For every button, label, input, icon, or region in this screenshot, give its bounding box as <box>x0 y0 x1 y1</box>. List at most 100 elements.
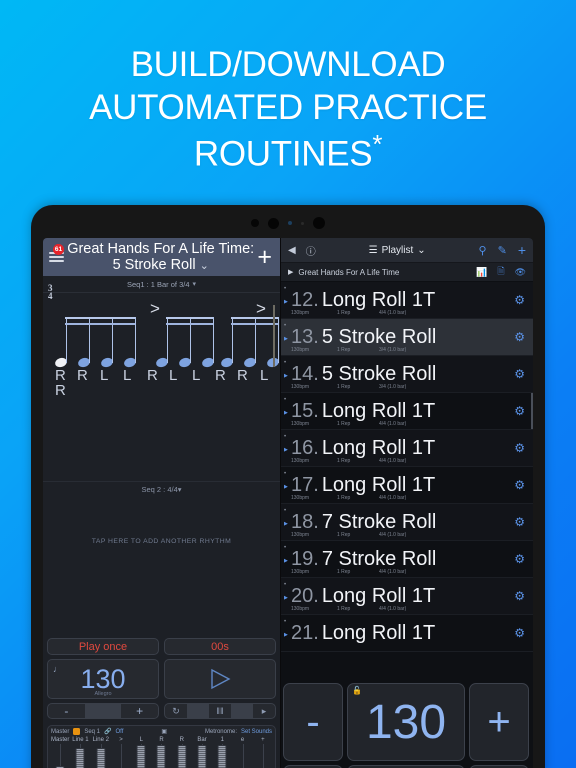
playlist-subheader: ▶ Great Hands For A Life Time 📊 🗎 👁 <box>281 263 533 282</box>
set-sounds-button[interactable]: Set Sounds <box>241 729 272 735</box>
unlocked-padlock-icon[interactable]: 🔓 <box>352 686 362 695</box>
playlist-row[interactable]: • ▶ 15. Long Roll 1T ⚙ 130bpm 1 Rep 4/4 (1… <box>281 393 533 430</box>
add-rhythm-hint[interactable]: TAP HERE TO ADD ANOTHER RHYTHM <box>43 538 280 545</box>
chevron-down-icon: ⌄ <box>417 244 426 256</box>
sticking-letter: L <box>169 367 178 384</box>
fader-track <box>262 744 264 768</box>
icon-divider <box>231 704 253 718</box>
mixer-fader[interactable] <box>233 744 251 768</box>
mixer-fader[interactable] <box>254 744 272 768</box>
playlist-name: Great Hands For A Life Time <box>298 267 400 277</box>
gear-icon[interactable]: ⚙ <box>514 478 525 492</box>
link-icon[interactable]: 🔗 <box>104 728 111 735</box>
timer-display[interactable]: 00s <box>164 638 276 655</box>
add-icon[interactable]: + <box>518 243 526 257</box>
link-state-label: Off <box>115 728 124 735</box>
mixer-fader[interactable] <box>132 744 150 768</box>
headline-line-3-text: ROUTINES <box>193 135 373 175</box>
add-exercise-button[interactable]: + <box>257 244 274 270</box>
playlist-row[interactable]: • ▶ 21. Long Roll 1T ⚙ <box>281 615 533 652</box>
row-reps: 1 Rep <box>337 458 351 464</box>
row-name: 5 Stroke Roll <box>321 325 437 348</box>
bpm-decrement-button[interactable]: - <box>48 704 85 718</box>
row-play-marker-icon: ▶ <box>284 410 288 416</box>
tempo-decrement-button[interactable]: - <box>283 683 343 761</box>
sequence-2-label-bar[interactable]: Seq 2 : 4/4 ▾ <box>43 481 280 497</box>
row-signature: 3/4 (1.0 bar) <box>379 347 407 353</box>
gear-icon[interactable]: ⚙ <box>514 441 525 455</box>
metronome-reset-icon[interactable]: ↻ <box>165 704 187 718</box>
playlist-row[interactable]: • ▶ 16. Long Roll 1T ⚙ 130bpm 1 Rep 4/4 (1… <box>281 430 533 467</box>
gear-icon[interactable]: ⚙ <box>514 626 525 640</box>
playlist-row[interactable]: • ▶ 19. 7 Stroke Roll ⚙ 130bpm 1 Rep 4/4 (… <box>281 541 533 578</box>
gear-icon[interactable]: ⚙ <box>514 367 525 381</box>
transport-controls: Play once 00s ♩ 130 Allegro - + ↻ ‖‖ ▸ <box>43 638 280 723</box>
gear-icon[interactable]: ⚙ <box>514 552 525 566</box>
playlist-row[interactable]: • ▶ 18. 7 Stroke Roll ⚙ 130bpm 1 Rep 4/4 (… <box>281 504 533 541</box>
fader-cap[interactable] <box>136 745 146 768</box>
info-icon[interactable]: ⓘ <box>306 243 316 258</box>
gear-icon[interactable]: ⚙ <box>514 589 525 603</box>
playlist-row[interactable]: • ▶ 20. Long Roll 1T ⚙ 130bpm 1 Rep 4/4 (1… <box>281 578 533 615</box>
mixer-fader[interactable] <box>173 744 191 768</box>
row-signature: 4/4 (1.0 bar) <box>379 495 407 501</box>
mixer-header: Master Seq 1 🔗 Off ▣ Metronome: Set Soun… <box>48 726 275 737</box>
next-icon[interactable]: ▸ <box>253 704 275 718</box>
mixer-fader[interactable] <box>92 744 110 768</box>
play-button[interactable] <box>164 659 276 699</box>
bars-icon[interactable]: ‖‖ <box>209 704 231 718</box>
exercise-title[interactable]: Great Hands For A Life Time: 5 Stroke Ro… <box>64 241 257 273</box>
bpm-display[interactable]: ♩ 130 Allegro <box>47 659 159 699</box>
playlist-row-selected[interactable]: • ▶ 13. 5 Stroke Roll ⚙ 130bpm 1 Rep 3/4 (… <box>281 319 533 356</box>
fader-cap[interactable] <box>156 745 166 768</box>
play-mode-button[interactable]: Play once <box>47 638 159 655</box>
mixer-fader[interactable] <box>71 744 89 768</box>
pencil-icon[interactable]: ✎ <box>498 244 507 257</box>
fader-cap[interactable] <box>177 745 187 768</box>
sticking-letter: L <box>123 367 132 384</box>
mixer-channel-label: Master <box>51 737 70 743</box>
mixer-fader[interactable] <box>152 744 170 768</box>
fader-cap[interactable] <box>96 748 106 768</box>
notation-staff[interactable]: > > R R L L R L L R R L R <box>43 293 281 425</box>
mixer-fader[interactable] <box>213 744 231 768</box>
row-bpm: 130bpm <box>291 421 310 427</box>
gear-icon[interactable]: ⚙ <box>514 293 525 307</box>
playlist-title-button[interactable]: ☰ Playlist ⌄ <box>326 245 469 256</box>
gear-icon[interactable]: ⚙ <box>514 404 525 418</box>
bpm-increment-button[interactable]: + <box>121 704 158 718</box>
sequence-1-label-bar[interactable]: Seq1 : 1 Bar of 3/4 ▾ <box>43 276 280 293</box>
document-icon[interactable]: 🗎 <box>497 264 504 280</box>
eye-icon[interactable]: 👁 <box>515 267 526 278</box>
promo-headline: BUILD/DOWNLOAD AUTOMATED PRACTICE ROUTIN… <box>0 44 576 177</box>
mixer-fader[interactable] <box>112 744 130 768</box>
playlist-row[interactable]: • ▶ 12. Long Roll 1T ⚙ 130bpm 1 Rep 4/4 (1… <box>281 282 533 319</box>
search-icon[interactable]: ⚲ <box>479 244 487 257</box>
row-name: Long Roll 1T <box>321 473 436 496</box>
gear-icon[interactable]: ⚙ <box>514 515 525 529</box>
play-triangle-icon <box>210 668 231 690</box>
back-icon[interactable]: ◀ <box>288 245 296 256</box>
mixer-fader[interactable] <box>193 744 211 768</box>
bar-chart-icon[interactable]: 📊 <box>476 267 487 278</box>
mixer-channel-label: 1 <box>220 737 224 743</box>
playlist-row[interactable]: • ▶ 17. Long Roll 1T ⚙ 130bpm 1 Rep 4/4 (1… <box>281 467 533 504</box>
chevron-down-icon: ⌄ <box>199 260 209 272</box>
chevron-down-icon: ▾ <box>177 485 182 494</box>
mixer-indicator-icon[interactable] <box>73 728 81 735</box>
mixer-fader[interactable] <box>51 744 69 768</box>
headline-line-3: ROUTINES* <box>0 129 576 176</box>
gear-icon[interactable]: ⚙ <box>514 330 525 344</box>
menu-icon[interactable]: 61 <box>49 244 64 262</box>
row-name: 5 Stroke Roll <box>321 362 437 385</box>
playlist-row[interactable]: • ▶ 14. 5 Stroke Roll ⚙ 130bpm 1 Rep 3/4 (… <box>281 356 533 393</box>
tempo-increment-button[interactable]: + <box>469 683 529 761</box>
row-marker-icon: • <box>284 545 287 551</box>
tempo-value-display[interactable]: 🔓 130 <box>347 683 465 761</box>
fader-cap[interactable] <box>197 745 207 768</box>
headline-line-1: BUILD/DOWNLOAD <box>130 45 446 84</box>
row-play-marker-icon: ▶ <box>284 632 288 638</box>
fader-cap[interactable] <box>217 745 227 768</box>
fader-cap[interactable] <box>75 748 85 768</box>
play-icon[interactable]: ▶ <box>288 268 293 276</box>
